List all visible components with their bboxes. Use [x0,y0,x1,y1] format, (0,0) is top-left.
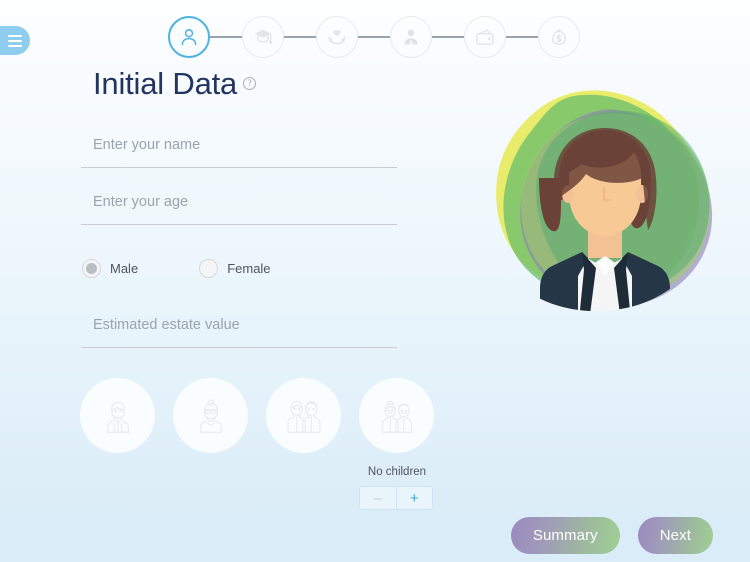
gender-option-female[interactable]: Female [199,259,271,278]
name-input[interactable] [81,128,397,168]
progress-stepper [168,16,580,58]
avatar-artwork [496,90,713,312]
step-personal-data[interactable] [168,16,210,58]
family-option-single-male[interactable] [80,378,155,453]
gender-radio-group: Male Female [81,259,397,278]
step-health[interactable] [316,16,358,58]
initial-data-form: Male Female [81,128,397,348]
elderly-woman-icon [199,398,222,433]
family-option-single-female[interactable] [173,378,248,453]
summary-button[interactable]: Summary [510,517,620,554]
family-option-couple-with-children[interactable] [359,378,434,453]
next-button[interactable]: Next [637,517,713,554]
money-bag-icon [552,29,566,45]
businessman-icon [404,29,418,45]
hamburger-menu-icon [8,34,22,37]
wallet-icon [476,29,494,45]
step-connector [284,36,316,38]
step-connector [506,36,538,38]
family-option-couple[interactable] [266,378,341,453]
radio-selected-icon [82,259,101,278]
children-count-block: No children – + [359,466,435,510]
gender-label-female: Female [227,261,271,276]
step-savings[interactable] [538,16,580,58]
step-spending[interactable] [464,16,506,58]
children-count-label: No children [367,466,427,478]
woman-figure [539,128,670,312]
age-input[interactable] [81,185,397,225]
couple-icon [286,400,321,433]
step-connector [210,36,242,38]
children-decrement-button[interactable]: – [360,487,396,509]
step-connector [358,36,390,38]
family-status-options [80,378,434,453]
step-connector [432,36,464,38]
estate-field-wrapper [81,308,397,348]
estate-value-input[interactable] [81,308,397,348]
gender-option-male[interactable]: Male [82,259,138,278]
field-spacer [81,168,397,185]
person-icon [181,29,197,46]
children-count-stepper: – + [359,486,433,510]
page-title: Initial Data [93,66,238,101]
children-couple-icon [381,400,412,433]
graduation-cap-icon [254,29,273,44]
radio-unselected-icon [199,259,219,278]
children-increment-button[interactable]: + [395,487,433,509]
hamburger-menu-button[interactable] [0,26,30,55]
hamburger-menu-icon [8,39,22,42]
step-career[interactable] [390,16,432,58]
hands-plant-icon [328,30,346,45]
gender-label-male: Male [110,261,139,276]
elderly-man-icon [106,401,129,433]
question-mark-icon[interactable]: ? [243,77,257,90]
female-avatar-illustration [478,82,728,330]
hamburger-menu-icon [8,44,22,47]
step-education[interactable] [242,16,284,58]
page-title-row: Initial Data ? [93,66,257,101]
form-actions: Summary Next [510,517,713,554]
background-blobs [496,90,713,307]
